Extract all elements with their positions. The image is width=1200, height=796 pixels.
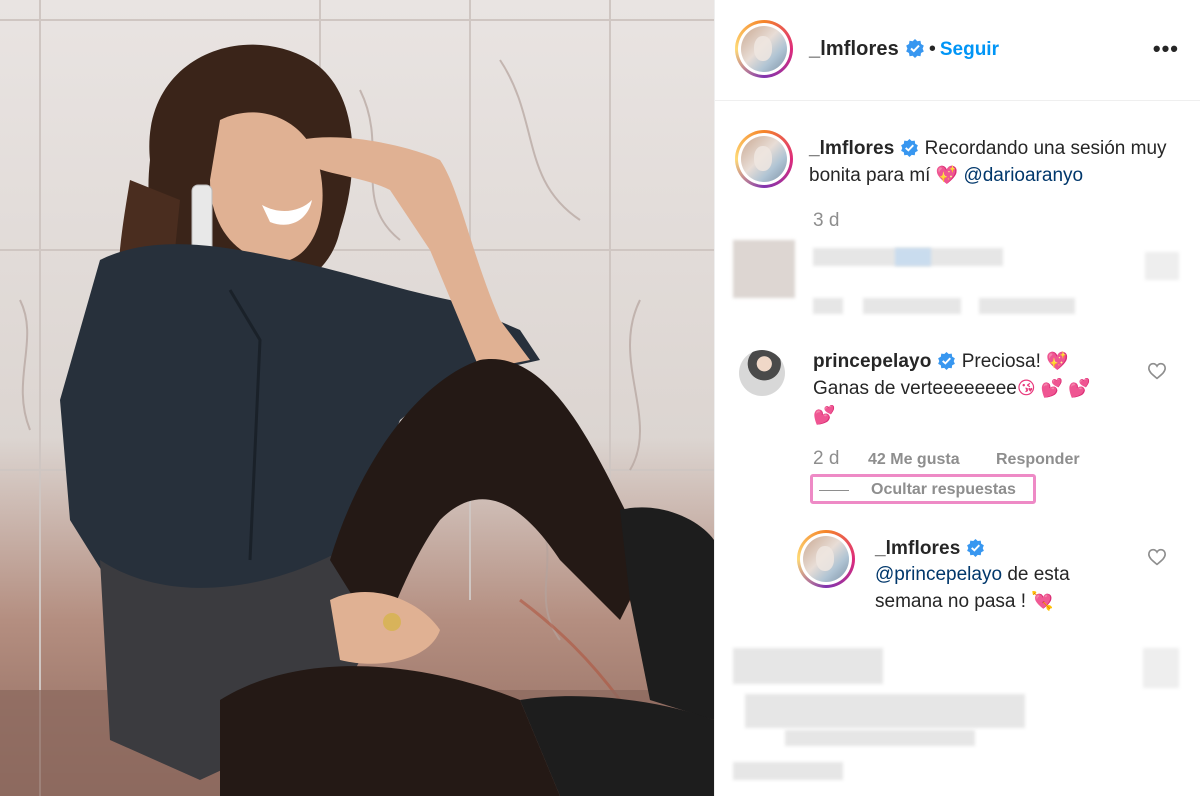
comment-likes[interactable]: 42 Me gusta [868,451,960,469]
author-username[interactable]: _lmflores [809,38,899,60]
comment: princepelayo Preciosa! 💖 Ganas de vertee… [813,348,1133,429]
heart-outline-icon[interactable] [1147,362,1167,380]
pixelated-text [813,298,843,314]
reply-button[interactable]: Responder [996,451,1080,469]
comment-text: Ganas de verteeeeeeee [813,378,1017,399]
verified-badge-icon [901,138,919,157]
kiss-and-hearts-emoji: 😘 💕 💕 [1016,378,1091,398]
reply-avatar[interactable] [797,530,855,588]
comment-time: 2 d [813,448,840,469]
hide-replies-button[interactable]: Ocultar respuestas [810,474,1036,504]
pixelated-text [785,730,975,746]
reply-username[interactable]: _lmflores [875,538,960,559]
pixelated-avatar [733,240,795,298]
heart-outline-icon[interactable] [1147,548,1167,566]
commenter-avatar[interactable] [739,350,785,396]
header-user: _lmflores • Seguir [809,38,999,61]
pixelated-text [745,694,1025,728]
comment-username[interactable]: princepelayo [813,351,931,372]
heart-with-arrow-emoji: 💘 [1031,591,1054,611]
reply: _lmflores @princepelayo de esta semana n… [875,536,1115,615]
sparkling-heart-emoji: 💖 [1046,351,1069,371]
post-photo [0,0,714,796]
reply-mention-link[interactable]: @princepelayo [875,564,1002,585]
sparkling-heart-emoji: 💖 [935,165,959,185]
pixelated-text [979,298,1075,314]
caption-mention-link[interactable]: @darioaranyo [963,165,1083,186]
post-header: _lmflores • Seguir ••• [715,0,1200,101]
caption: _lmflores Recordando una sesión muy boni… [809,136,1169,189]
pixelated-text [895,248,931,266]
caption-time: 3 d [813,210,840,231]
pixelated-icon [1145,252,1179,280]
verified-badge-icon [967,538,985,557]
post-photo-illustration [0,0,714,796]
caption-avatar[interactable] [735,130,793,188]
more-options-icon[interactable]: ••• [1153,36,1179,62]
separator-dot: • [928,38,936,60]
pixelated-text [863,298,961,314]
author-avatar[interactable] [735,20,793,78]
replies-divider-line [819,490,849,491]
verified-badge-icon [906,39,924,58]
hide-replies-label: Ocultar respuestas [871,481,1016,498]
two-hearts-emoji: 💕 [813,405,836,425]
verified-badge-icon [938,351,956,370]
caption-username[interactable]: _lmflores [809,138,894,159]
pixelated-text [733,762,843,780]
pixelated-icon [1143,648,1179,688]
comment-text: Preciosa! [961,351,1041,372]
follow-button[interactable]: Seguir [940,39,999,60]
pixelated-text [733,648,883,684]
post-side-panel: _lmflores • Seguir ••• _lmflores Recordand… [714,0,1200,796]
